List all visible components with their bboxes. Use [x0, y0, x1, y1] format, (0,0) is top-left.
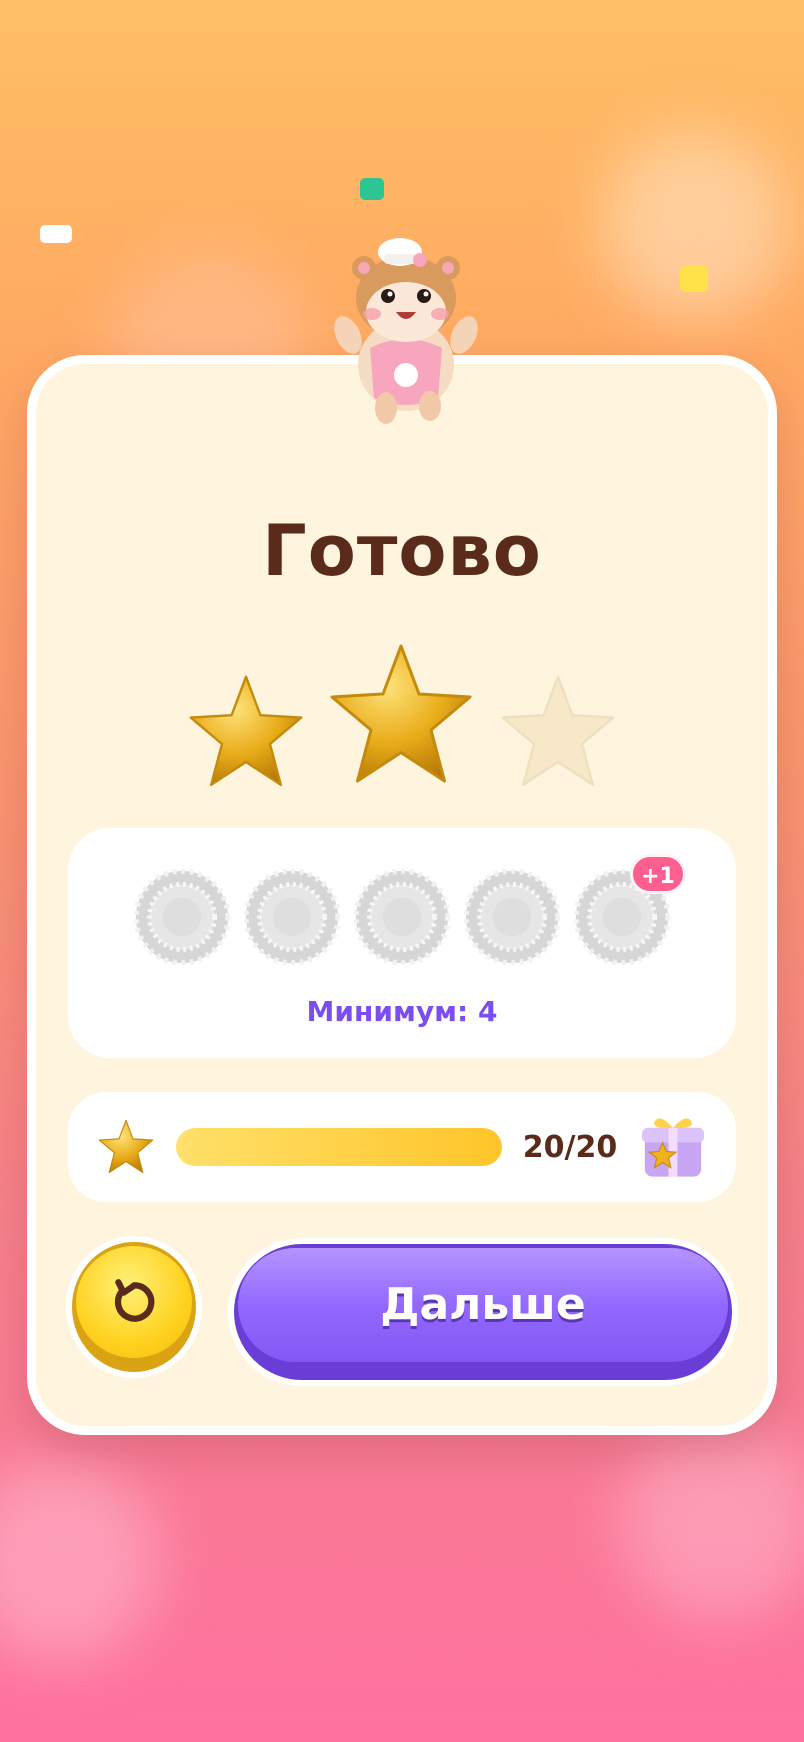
- cupcake-liner-icon: [354, 869, 450, 965]
- result-title: Готово: [262, 510, 542, 592]
- progress-bar: [176, 1128, 502, 1166]
- confetti-piece: [360, 178, 384, 200]
- star-rating: [0, 640, 804, 800]
- background-bokeh: [620, 1420, 804, 1620]
- star-icon-empty: [501, 675, 615, 786]
- progress-bar-fill: [176, 1128, 502, 1166]
- retry-button[interactable]: [66, 1236, 202, 1378]
- retry-icon: [114, 1279, 155, 1322]
- confetti-piece: [40, 225, 72, 243]
- background-bokeh: [0, 1460, 160, 1660]
- cupcake-liner-icon: [244, 869, 340, 965]
- cupcake-liner-icon: [134, 869, 230, 965]
- next-button-label[interactable]: Дальше: [238, 1248, 728, 1362]
- minimum-label: Минимум: 4: [306, 995, 498, 1028]
- star-icon-filled: [330, 644, 472, 783]
- hamster-chef-mascot: [334, 238, 478, 424]
- star-icon-filled: [189, 675, 303, 786]
- cupcake-liner-icon: [464, 869, 560, 965]
- star-icon-small: [98, 1119, 154, 1174]
- confetti-piece: [680, 266, 708, 292]
- retry-button-face[interactable]: [76, 1246, 192, 1358]
- gift-box-icon[interactable]: [636, 1110, 710, 1184]
- bonus-badge: +1: [630, 854, 686, 894]
- progress-count: 20/20: [522, 1130, 618, 1165]
- next-button[interactable]: Дальше: [228, 1238, 738, 1386]
